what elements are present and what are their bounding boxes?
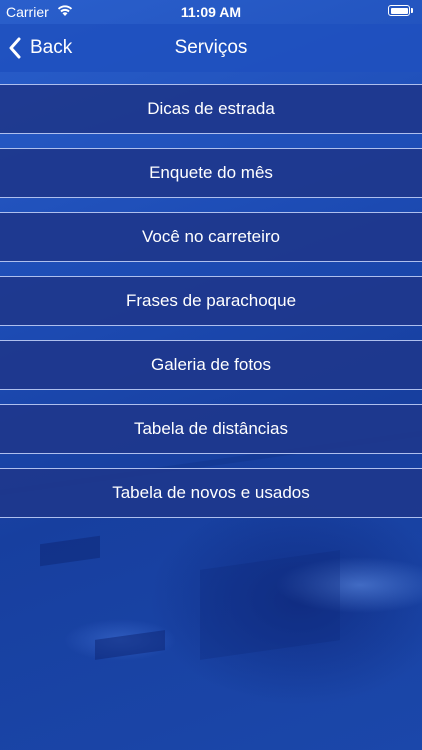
menu-item-tabela-de-novos-e-usados[interactable]: Tabela de novos e usados <box>0 468 422 518</box>
navigation-bar: Back Serviços <box>0 24 422 72</box>
menu-item-voce-no-carreteiro[interactable]: Você no carreteiro <box>0 212 422 262</box>
battery-tip <box>411 8 413 13</box>
services-screen: Carrier 11:09 AM Back Serviços Dicas de … <box>0 0 422 750</box>
page-title: Serviços <box>174 37 248 58</box>
clock: 11:09 AM <box>180 4 242 20</box>
menu-item-galeria-de-fotos[interactable]: Galeria de fotos <box>0 340 422 390</box>
menu-item-dicas-de-estrada[interactable]: Dicas de estrada <box>0 84 422 134</box>
menu-item-frases-de-parachoque[interactable]: Frases de parachoque <box>0 276 422 326</box>
menu-item-tabela-de-distancias[interactable]: Tabela de distâncias <box>0 404 422 454</box>
status-bar: Carrier 11:09 AM <box>0 0 422 24</box>
services-menu: Dicas de estrada Enquete do mês Você no … <box>0 84 422 532</box>
menu-item-enquete-do-mes[interactable]: Enquete do mês <box>0 148 422 198</box>
battery-icon <box>388 5 410 16</box>
